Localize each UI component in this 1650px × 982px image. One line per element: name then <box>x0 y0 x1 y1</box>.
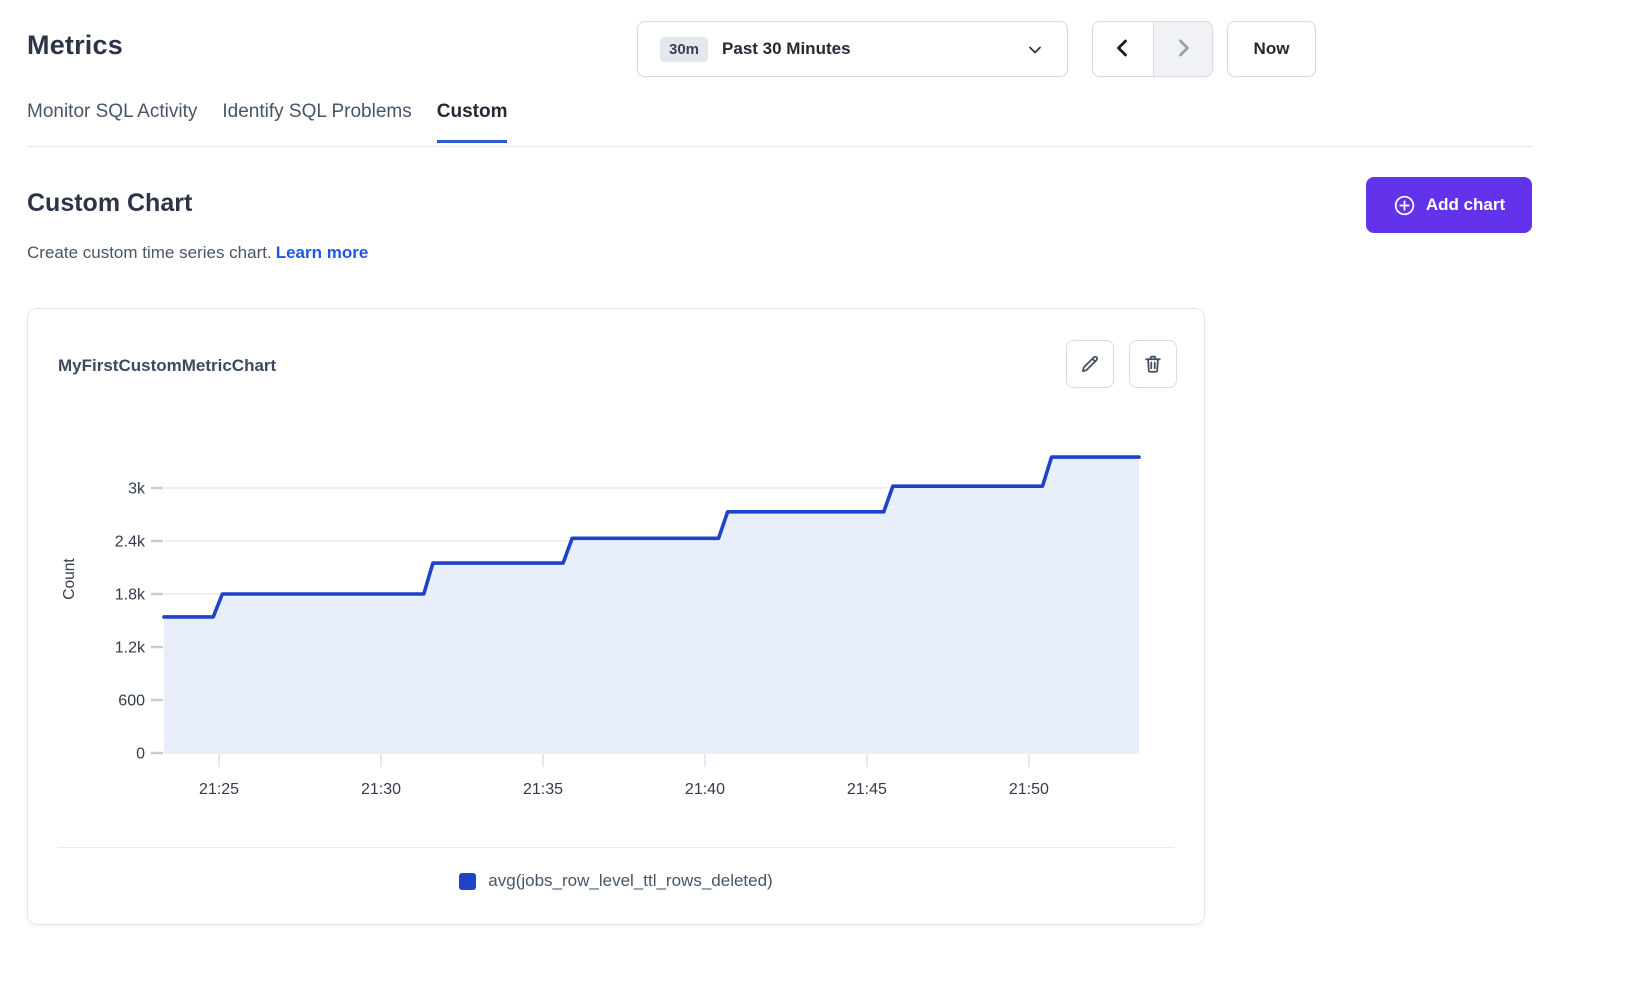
chart-card: MyFirstCustomMetricChart 0 600 1.2k <box>27 308 1205 925</box>
tab-monitor-sql-activity[interactable]: Monitor SQL Activity <box>27 101 197 143</box>
y-tick-label: 0 <box>136 746 145 763</box>
section-subtitle: Create custom time series chart.Learn mo… <box>27 243 368 263</box>
legend-swatch <box>459 873 476 890</box>
y-tick-label: 1.2k <box>115 640 146 657</box>
add-chart-button[interactable]: Add chart <box>1366 177 1532 233</box>
x-tick-label: 21:40 <box>685 781 725 798</box>
tab-custom[interactable]: Custom <box>437 101 508 143</box>
edit-chart-button[interactable] <box>1066 340 1114 388</box>
y-tick-label: 600 <box>118 693 145 710</box>
time-range-badge: 30m <box>660 37 708 62</box>
page-title: Metrics <box>27 30 123 61</box>
time-range-dropdown[interactable]: 30m Past 30 Minutes <box>637 21 1068 77</box>
x-tick-label: 21:30 <box>361 781 401 798</box>
y-axis-label: Count <box>61 558 78 600</box>
section-heading: Custom Chart <box>27 189 192 218</box>
subtitle-text: Create custom time series chart. <box>27 243 272 262</box>
time-back-button[interactable] <box>1093 22 1153 76</box>
chevron-right-icon <box>1171 36 1195 63</box>
x-tick-label: 21:50 <box>1009 781 1049 798</box>
trash-icon-button[interactable] <box>1129 340 1177 388</box>
chevron-down-icon <box>1025 40 1045 60</box>
y-tick-label: 1.8k <box>115 587 146 604</box>
chevron-left-icon <box>1111 36 1135 63</box>
pencil-icon <box>1079 353 1101 375</box>
x-tick-label: 21:35 <box>523 781 563 798</box>
plus-circle-icon <box>1393 194 1416 217</box>
metrics-tabs: Monitor SQL Activity Identify SQL Proble… <box>27 101 1533 147</box>
x-tick-label: 21:45 <box>847 781 887 798</box>
custom-metric-chart: 0 600 1.2k 1.8k 2.4k 3k Count 21:25 21:30 21:35 21… <box>28 409 1206 829</box>
y-tick-label: 3k <box>128 481 146 498</box>
legend-label: avg(jobs_row_level_ttl_rows_deleted) <box>488 871 772 891</box>
card-divider <box>58 847 1174 848</box>
tab-identify-sql-problems[interactable]: Identify SQL Problems <box>222 101 411 143</box>
chart-legend: avg(jobs_row_level_ttl_rows_deleted) <box>28 871 1204 891</box>
now-button[interactable]: Now <box>1227 21 1316 77</box>
chart-card-title: MyFirstCustomMetricChart <box>58 356 276 376</box>
learn-more-link[interactable]: Learn more <box>276 243 369 262</box>
metrics-page: Metrics 30m Past 30 Minutes Now Monitor … <box>0 0 1650 982</box>
x-tick-label: 21:25 <box>199 781 239 798</box>
y-tick-label: 2.4k <box>115 534 146 551</box>
add-chart-label: Add chart <box>1426 195 1505 215</box>
series-area-fill <box>164 457 1139 753</box>
time-forward-button[interactable] <box>1153 22 1213 76</box>
trash-icon <box>1142 353 1164 375</box>
time-range-label: Past 30 Minutes <box>722 39 851 59</box>
time-step-button-group <box>1092 21 1213 77</box>
